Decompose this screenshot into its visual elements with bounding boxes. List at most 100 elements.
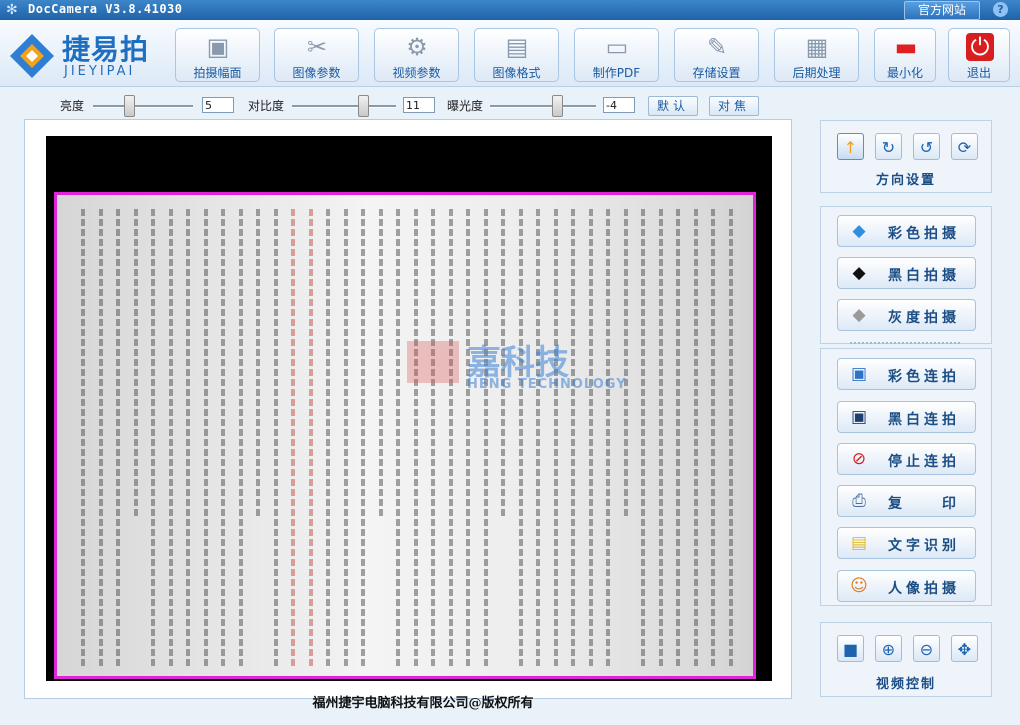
- focus-button[interactable]: 对焦: [709, 96, 759, 116]
- text-column: [343, 209, 348, 666]
- toolbar-button-label: 图像格式: [492, 66, 541, 80]
- brightness-track[interactable]: [93, 105, 193, 108]
- document-icon: ▦: [805, 33, 829, 61]
- people-icon: ☺: [850, 576, 868, 596]
- text-note-icon: ▤: [850, 533, 868, 553]
- toolbar-button-label: 最小化: [886, 66, 923, 80]
- contrast-track[interactable]: [292, 105, 396, 108]
- text-column: [168, 209, 173, 666]
- gray-diamond-icon: ◆: [852, 305, 866, 325]
- continuous-button-0[interactable]: ▣ 彩色连拍: [837, 358, 976, 390]
- contrast-label: 对比度: [248, 99, 285, 113]
- continuous-button-5[interactable]: ☺ 人像拍摄: [837, 570, 976, 602]
- fit-icon[interactable]: ✥: [951, 635, 978, 662]
- toolbar-button-4[interactable]: ▭ 制作PDF: [574, 28, 659, 82]
- orientation-title: 方向设置: [875, 173, 936, 188]
- continuous-button-2[interactable]: ⊘ 停止连拍: [837, 443, 976, 475]
- capture-button-1[interactable]: ◆ 黑白拍摄: [837, 257, 976, 289]
- continuous-button-1[interactable]: ▣ 黑白连拍: [837, 401, 976, 433]
- toolbar-button-label: 存储设置: [692, 66, 741, 80]
- continuous-button-label: 文字识别: [888, 538, 960, 554]
- help-icon[interactable]: ?: [993, 2, 1008, 17]
- text-column: [466, 209, 470, 666]
- toolbar-button-5[interactable]: ✎ 存储设置: [674, 28, 759, 82]
- color-photo-icon: ▣: [850, 364, 868, 384]
- toolbar-button-3[interactable]: ▤ 图像格式: [474, 28, 559, 82]
- title-bar: ✻ DocCamera V3.8.41030 官方网站 ?: [0, 0, 1020, 20]
- logo-subtext: JIEYIPAI: [64, 64, 136, 79]
- text-column: [186, 209, 190, 666]
- capture-button-0[interactable]: ◆ 彩色拍摄: [837, 215, 976, 247]
- copyright-text: 福州捷宇电脑科技有限公司@版权所有: [312, 696, 534, 711]
- camera-preview[interactable]: 嘉科技 HENG TECHNOLOGY: [46, 136, 772, 681]
- printer-icon: ⎙: [852, 491, 866, 511]
- storage-pen-icon: ✎: [706, 33, 728, 61]
- rotate-right-icon[interactable]: ↻: [875, 133, 902, 160]
- capture-button-label: 灰度拍摄: [888, 310, 960, 326]
- text-column: [361, 209, 365, 666]
- official-site-button[interactable]: 官方网站: [904, 1, 980, 20]
- text-column: [116, 209, 120, 666]
- exposure-track[interactable]: [490, 105, 596, 108]
- watermark-subtext: HENG TECHNOLOGY: [467, 377, 627, 392]
- text-column: [151, 209, 155, 666]
- text-column: [203, 209, 208, 666]
- text-column: [291, 209, 295, 666]
- stop-icon: ⊘: [851, 449, 867, 469]
- default-button[interactable]: 默认: [648, 96, 698, 116]
- text-column: [378, 209, 383, 516]
- capture-button-2[interactable]: ◆ 灰度拍摄: [837, 299, 976, 331]
- toolbar-button-7[interactable]: ▬ 最小化: [874, 28, 936, 82]
- continuous-button-3[interactable]: ⎙ 复 印: [837, 485, 976, 517]
- tools-icon: ✂: [306, 33, 328, 61]
- video-control-panel: ■ ⊕ ⊖ ✥ 视频控制: [820, 622, 992, 697]
- text-column: [396, 209, 400, 666]
- text-column: [518, 209, 523, 666]
- brightness-value[interactable]: 5: [202, 97, 234, 113]
- toolbar-button-label: 退出: [966, 66, 991, 80]
- capture-button-label: 黑白拍摄: [888, 268, 960, 284]
- toolbar-button-label: 制作PDF: [592, 66, 641, 80]
- logo: 捷易拍 JIEYIPAI: [6, 26, 166, 82]
- main-toolbar: 捷易拍 JIEYIPAI ▣ 拍摄幅面 ✂ 图像参数 ⚙ 视频参数 ▤ 图像格式 ▭ 制作PDF ✎…: [0, 20, 1020, 87]
- watermark-logo: [407, 341, 459, 383]
- app-gear-icon: ✻: [6, 2, 18, 18]
- text-column: [431, 209, 435, 666]
- toolbar-button-label: 后期处理: [792, 66, 841, 80]
- logo-text: 捷易拍: [62, 33, 150, 66]
- continuous-button-4[interactable]: ▤ 文字识别: [837, 527, 976, 559]
- zoom-in-icon[interactable]: ⊕: [875, 635, 902, 662]
- exposure-slider-thumb[interactable]: [552, 95, 563, 117]
- text-column: [606, 209, 610, 666]
- text-column: [238, 209, 243, 666]
- pdf-icon: ▭: [605, 33, 629, 61]
- toolbar-button-6[interactable]: ▦ 后期处理: [774, 28, 859, 82]
- contrast-slider-thumb[interactable]: [358, 95, 369, 117]
- toolbar-button-8[interactable]: ⏻ 退出: [948, 28, 1010, 82]
- exposure-label: 曝光度: [447, 99, 484, 113]
- orientation-panel: ↑ ↻ ↺ ⟳ 方向设置: [820, 120, 992, 193]
- text-column: [483, 209, 488, 666]
- contrast-value[interactable]: 11: [403, 97, 435, 113]
- rotate-left-icon[interactable]: ↺: [913, 133, 940, 160]
- rotate-both-icon[interactable]: ⟳: [951, 133, 978, 160]
- zoom-out-icon[interactable]: ⊖: [913, 635, 940, 662]
- adjustment-bar: 亮度 5 对比度 11 曝光度 -4 默认 对焦: [0, 87, 1020, 119]
- toolbar-button-0[interactable]: ▣ 拍摄幅面: [175, 28, 260, 82]
- text-column: [536, 209, 540, 666]
- text-column: [326, 209, 330, 666]
- power-icon: ⏻: [966, 33, 994, 61]
- text-column: [728, 209, 733, 666]
- gears-icon: ⚙: [406, 33, 428, 61]
- continuous-button-label: 彩色连拍: [888, 369, 960, 385]
- arrow-up-icon[interactable]: ↑: [837, 133, 864, 160]
- video-camera-icon[interactable]: ■: [837, 635, 864, 662]
- brightness-slider-thumb[interactable]: [124, 95, 135, 117]
- toolbar-button-1[interactable]: ✂ 图像参数: [274, 28, 359, 82]
- text-column: [413, 209, 418, 666]
- text-column: [448, 209, 453, 666]
- toolbar-button-2[interactable]: ⚙ 视频参数: [374, 28, 459, 82]
- exposure-value[interactable]: -4: [603, 97, 635, 113]
- document-crop-region[interactable]: 嘉科技 HENG TECHNOLOGY: [54, 192, 756, 679]
- color-diamond-icon: ◆: [852, 221, 866, 241]
